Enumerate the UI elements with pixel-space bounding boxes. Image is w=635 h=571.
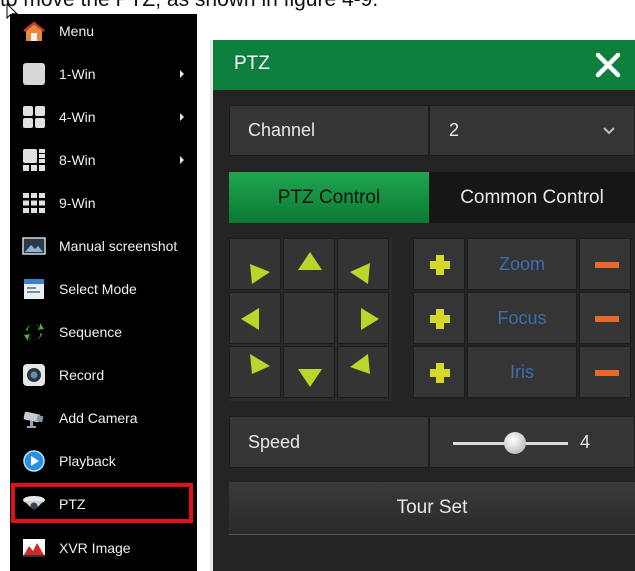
channel-row: Channel 2 bbox=[229, 105, 635, 156]
menu-item-4-win[interactable]: 4-Win bbox=[10, 97, 197, 137]
iris-open-button[interactable] bbox=[413, 346, 465, 398]
close-icon[interactable] bbox=[593, 50, 623, 80]
nine-window-icon bbox=[23, 193, 45, 213]
iris-label: Iris bbox=[467, 346, 577, 398]
arrow-up-left-icon bbox=[250, 264, 270, 284]
menu-item-label: 9-Win bbox=[59, 195, 96, 211]
arrow-down-left-icon bbox=[250, 354, 270, 374]
chevron-down-icon bbox=[603, 127, 615, 135]
eight-window-icon bbox=[23, 149, 45, 171]
menu-item-label: 1-Win bbox=[59, 66, 96, 82]
image-settings-icon bbox=[23, 539, 45, 557]
channel-label: Channel bbox=[248, 120, 316, 140]
zoom-out-button[interactable] bbox=[579, 238, 631, 290]
sequence-icon bbox=[24, 323, 44, 341]
focus-far-button[interactable] bbox=[579, 292, 631, 344]
minus-icon bbox=[595, 370, 619, 376]
tilt-down-button[interactable] bbox=[283, 346, 335, 398]
zoom-label: Zoom bbox=[467, 238, 577, 290]
menu-item-label: Select Mode bbox=[59, 281, 137, 297]
menu-item-sequence[interactable]: Sequence bbox=[10, 312, 197, 352]
tilt-up-button[interactable] bbox=[283, 238, 335, 290]
menu-item-add-camera[interactable]: Add Camera bbox=[10, 398, 197, 438]
speed-value: 4 bbox=[580, 432, 591, 452]
pad-center bbox=[283, 292, 335, 344]
pan-up-right-button[interactable] bbox=[337, 238, 389, 290]
plus-icon bbox=[430, 309, 450, 329]
pan-down-left-button[interactable] bbox=[229, 346, 281, 398]
arrow-up-icon bbox=[298, 252, 322, 270]
menu-item-label: 4-Win bbox=[59, 109, 96, 125]
menu-item-label: Record bbox=[59, 367, 105, 383]
arrow-left-icon bbox=[241, 308, 259, 330]
menu-item-label: 8-Win bbox=[59, 152, 96, 168]
channel-value: 2 bbox=[449, 120, 460, 140]
minus-icon bbox=[595, 262, 619, 268]
arrow-down-right-icon bbox=[350, 354, 370, 374]
single-window-icon bbox=[23, 63, 45, 85]
speed-slider-thumb[interactable] bbox=[504, 432, 526, 454]
pan-down-right-button[interactable] bbox=[337, 346, 389, 398]
zoom-in-button[interactable] bbox=[413, 238, 465, 290]
menu-item-manual-screenshot[interactable]: Manual screenshot bbox=[10, 226, 197, 266]
menu-item-label: XVR Image bbox=[59, 540, 131, 556]
ptz-highlight-box bbox=[11, 483, 193, 523]
camera-icon bbox=[23, 411, 44, 428]
menu-item-label: Manual screenshot bbox=[59, 238, 178, 254]
context-menu: Menu 1-Win 4-Win 8-Win 9-Win Manual scre… bbox=[10, 14, 197, 571]
menu-item-8-win[interactable]: 8-Win bbox=[10, 140, 197, 180]
menu-item-playback[interactable]: Playback bbox=[10, 441, 197, 481]
menu-item-label: Menu bbox=[59, 23, 95, 39]
arrow-down-icon bbox=[298, 369, 322, 387]
pan-up-left-button[interactable] bbox=[229, 238, 281, 290]
menu-item-1-win[interactable]: 1-Win bbox=[10, 54, 197, 94]
direction-pad bbox=[229, 238, 392, 401]
menu-item-label: Sequence bbox=[59, 324, 123, 340]
select-mode-icon bbox=[24, 279, 44, 299]
pan-right-button[interactable] bbox=[337, 292, 389, 344]
focus-near-button[interactable] bbox=[413, 292, 465, 344]
channel-select[interactable]: 2 bbox=[429, 105, 635, 156]
menu-item-select-mode[interactable]: Select Mode bbox=[10, 269, 197, 309]
menu-item-record[interactable]: Record bbox=[10, 355, 197, 395]
menu-item-menu[interactable]: Menu bbox=[10, 11, 197, 51]
playback-icon bbox=[23, 450, 45, 472]
tour-set-button[interactable]: Tour Set bbox=[229, 482, 635, 535]
menu-item-label: Playback bbox=[59, 453, 116, 469]
ptz-title-bar: PTZ bbox=[213, 40, 635, 90]
arrow-up-right-icon bbox=[350, 263, 370, 284]
lens-controls: Zoom Focus Iris bbox=[413, 238, 635, 401]
minus-icon bbox=[595, 316, 619, 322]
speed-label-cell: Speed bbox=[229, 416, 429, 468]
submenu-arrow-icon bbox=[180, 70, 184, 78]
quad-window-icon bbox=[23, 106, 45, 128]
record-icon bbox=[23, 364, 45, 386]
home-icon bbox=[23, 21, 45, 41]
arrow-right-icon bbox=[361, 308, 379, 330]
submenu-arrow-icon bbox=[180, 113, 184, 121]
ptz-title: PTZ bbox=[234, 53, 270, 74]
ptz-panel: PTZ Channel 2 PTZ Control Common Control bbox=[210, 40, 635, 571]
plus-icon bbox=[430, 363, 450, 383]
submenu-arrow-icon bbox=[180, 156, 184, 164]
menu-item-label: Add Camera bbox=[59, 410, 138, 426]
channel-label-cell: Channel bbox=[229, 105, 429, 156]
menu-item-xvr-image[interactable]: XVR Image bbox=[10, 528, 197, 568]
speed-label: Speed bbox=[248, 432, 301, 452]
screenshot-icon bbox=[22, 237, 46, 255]
menu-item-9-win[interactable]: 9-Win bbox=[10, 183, 197, 223]
tab-common-control[interactable]: Common Control bbox=[429, 172, 635, 223]
speed-row: Speed 4 bbox=[229, 416, 635, 468]
pan-left-button[interactable] bbox=[229, 292, 281, 344]
tab-ptz-control[interactable]: PTZ Control bbox=[229, 172, 429, 223]
iris-close-button[interactable] bbox=[579, 346, 631, 398]
focus-label: Focus bbox=[467, 292, 577, 344]
plus-icon bbox=[430, 255, 450, 275]
